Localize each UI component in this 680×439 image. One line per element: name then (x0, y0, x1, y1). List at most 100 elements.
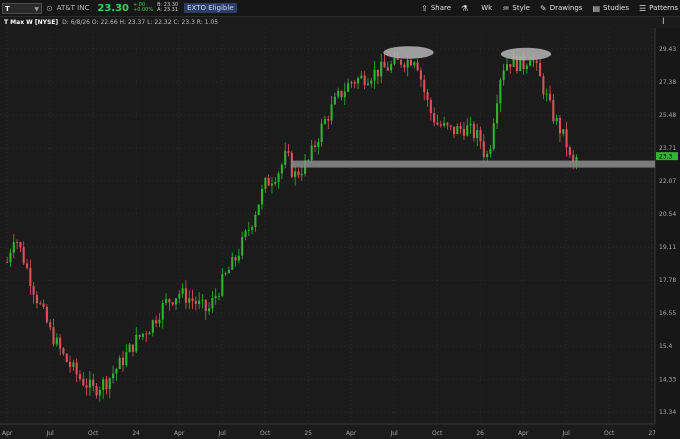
candle-body (112, 373, 115, 379)
candle-body (59, 337, 62, 349)
last-price-label: 23.3 (659, 154, 673, 161)
candle-body (244, 230, 247, 238)
candle-body (237, 255, 240, 261)
candle-body (280, 164, 283, 174)
share-button[interactable]: ⇪ Share (421, 4, 451, 13)
candle-body (347, 83, 350, 92)
candle-body (102, 379, 105, 391)
symbol-input[interactable]: T ▼ (2, 2, 42, 15)
candle-body (452, 126, 456, 135)
candle-body (168, 299, 171, 303)
timeframe-button[interactable]: Wk (481, 4, 492, 12)
candle-body (211, 298, 214, 309)
candle-body (49, 322, 52, 328)
candle-body (386, 67, 389, 71)
ask-value: A: 23.31 (157, 7, 179, 13)
candle-body (340, 90, 343, 98)
candle-body (247, 229, 250, 231)
candle-body (423, 79, 426, 93)
candle-body (241, 237, 244, 256)
candle-body (35, 294, 38, 304)
candle-body (158, 319, 161, 324)
candle-body (138, 334, 141, 337)
drawings-button[interactable]: ✎ Drawings (540, 4, 582, 13)
exto-badge[interactable]: EXTO Eligible (184, 3, 237, 13)
candle-body (234, 257, 237, 261)
toolbar-right: ⇪ Share ⚗ Wk ♒ Style ✎ Drawings ▤ Studies ☰ P… (411, 0, 678, 16)
x-tick-label: Oct (604, 430, 615, 437)
candle-body (499, 79, 502, 104)
candle-body (251, 226, 254, 230)
candle-body (548, 93, 552, 101)
flask-button[interactable]: ⚗ (461, 4, 471, 13)
candle-body (65, 353, 68, 362)
candle-body (366, 83, 369, 86)
x-tick-label: Oct (88, 430, 99, 437)
candle-body (191, 298, 194, 301)
zoom-icon[interactable]: Ⅰ (662, 17, 665, 27)
candle-body (317, 142, 320, 147)
candle-body (201, 299, 204, 301)
y-tick-label: 29.43 (659, 46, 676, 53)
patterns-button[interactable]: ☰ Patterns (639, 4, 678, 13)
candle-body (416, 62, 419, 71)
candle-body (32, 286, 35, 295)
style-button[interactable]: ♒ Style (502, 4, 530, 13)
candle-body (496, 103, 499, 124)
chart-title: T Max W [NYSE] (4, 19, 59, 26)
drawings-icon: ✎ (539, 3, 547, 13)
symbol-dropdown-icon[interactable]: ▼ (34, 4, 39, 15)
candle-body (128, 344, 131, 353)
candle-body (545, 93, 548, 95)
candle-body (343, 91, 346, 98)
candle-body (409, 59, 413, 66)
candle-body (9, 252, 12, 263)
candle-body (118, 357, 121, 369)
candle-body (62, 348, 65, 354)
candle-body (194, 300, 197, 304)
x-tick-label: Jul (46, 430, 55, 437)
candle-body (323, 119, 326, 124)
candle-body (502, 70, 505, 80)
x-tick-label: 24 (132, 430, 140, 437)
company-name: AT&T INC (56, 4, 90, 12)
candle-body (330, 104, 333, 121)
y-tick-label: 27.38 (659, 79, 676, 86)
candle-body (443, 122, 446, 126)
candle-body (257, 204, 260, 215)
price-chart[interactable]: Apr Jul Oct 24 Apr Jul Oct 25 Apr Jul Oct 26 Apr Jul O… (0, 28, 680, 439)
candle-body (155, 320, 158, 324)
info-icon[interactable]: ⊙ (46, 4, 53, 13)
candle-body (433, 113, 436, 123)
candle-body (161, 302, 164, 320)
candle-body (98, 390, 101, 396)
y-tick-label: 19.11 (659, 244, 676, 251)
candle-body (72, 362, 75, 367)
candle-body (426, 92, 429, 100)
candle-body (95, 385, 98, 396)
price-change-percent: +0.00% (133, 7, 154, 13)
candle-body (555, 117, 558, 122)
candle-body (360, 75, 363, 79)
highlight-ellipse (500, 47, 552, 61)
y-tick-label: 13.34 (659, 409, 676, 416)
patterns-label: Patterns (649, 4, 678, 12)
candle-body (462, 128, 465, 136)
candle-body (446, 122, 449, 126)
candle-body (429, 99, 432, 114)
top-toolbar: T ▼ ⊙ AT&T INC 23.30 +.00 +0.00% B: 23.30… (0, 0, 680, 17)
studies-button[interactable]: ▤ Studies (592, 4, 629, 13)
candle-body (270, 183, 273, 186)
candle-body (45, 306, 48, 323)
candle-body (69, 361, 72, 367)
candle-body (135, 334, 138, 352)
candle-body (55, 337, 58, 345)
candle-body (261, 188, 264, 205)
candle-body (486, 153, 489, 158)
candle-body (208, 308, 211, 312)
candle-body (284, 151, 287, 165)
candle-body (337, 90, 340, 97)
drawings-label: Drawings (549, 4, 583, 12)
x-tick-label: 27 (648, 430, 656, 437)
candle-body (313, 145, 317, 147)
